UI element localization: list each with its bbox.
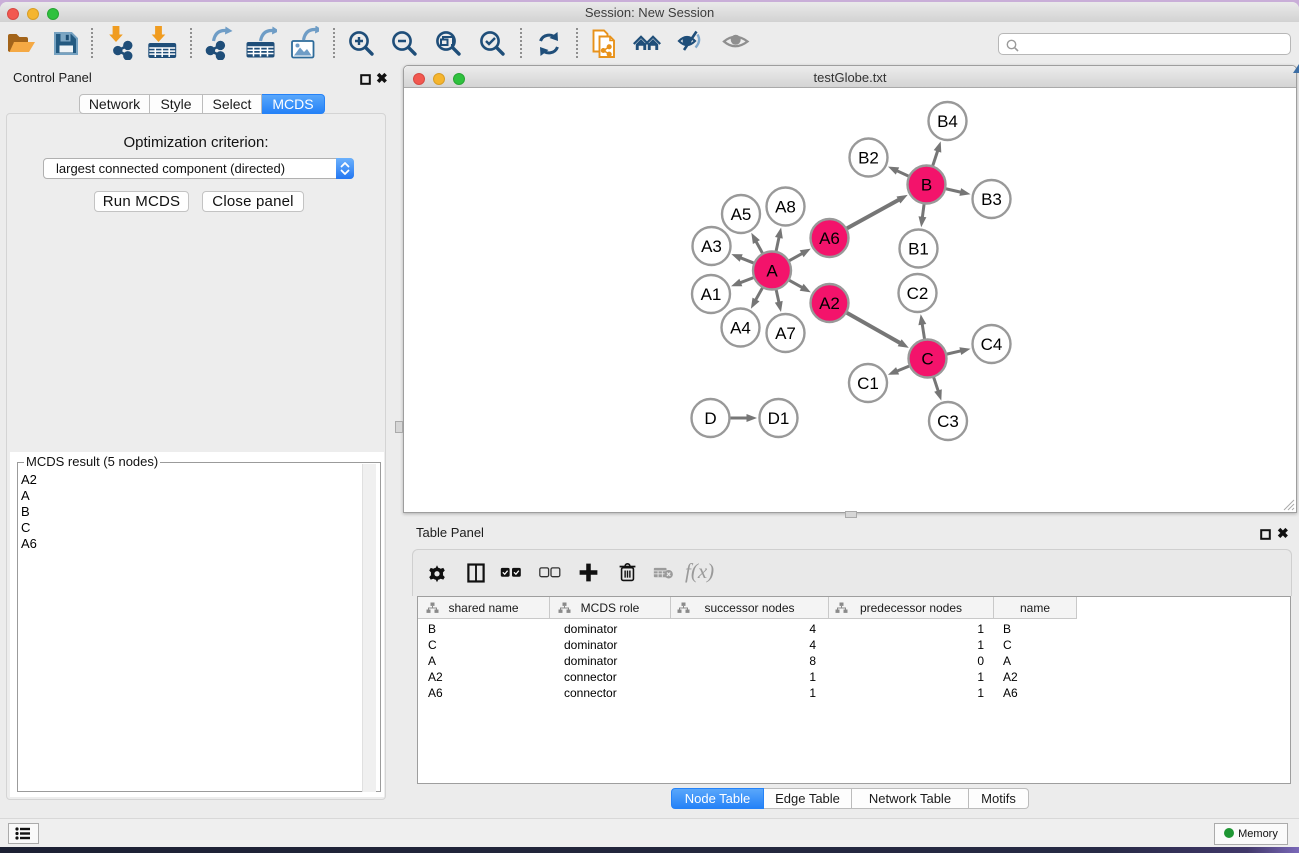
svg-text:A6: A6 <box>819 229 840 248</box>
svg-text:A7: A7 <box>775 324 796 343</box>
svg-text:C: C <box>921 350 933 369</box>
svg-text:D: D <box>704 409 716 428</box>
svg-text:C4: C4 <box>981 335 1003 354</box>
svg-text:B1: B1 <box>908 240 929 259</box>
svg-text:A5: A5 <box>731 205 752 224</box>
svg-text:B2: B2 <box>858 149 879 168</box>
svg-text:A8: A8 <box>775 198 796 217</box>
svg-text:B3: B3 <box>981 190 1002 209</box>
svg-text:C1: C1 <box>857 374 879 393</box>
svg-text:B: B <box>921 176 932 195</box>
svg-text:D1: D1 <box>768 409 790 428</box>
svg-text:A4: A4 <box>730 319 751 338</box>
svg-text:A2: A2 <box>819 294 840 313</box>
svg-text:A1: A1 <box>701 285 722 304</box>
svg-text:B4: B4 <box>937 112 958 131</box>
svg-text:C3: C3 <box>937 412 959 431</box>
svg-text:A3: A3 <box>701 237 722 256</box>
svg-text:A: A <box>766 262 778 281</box>
svg-text:C2: C2 <box>907 284 929 303</box>
